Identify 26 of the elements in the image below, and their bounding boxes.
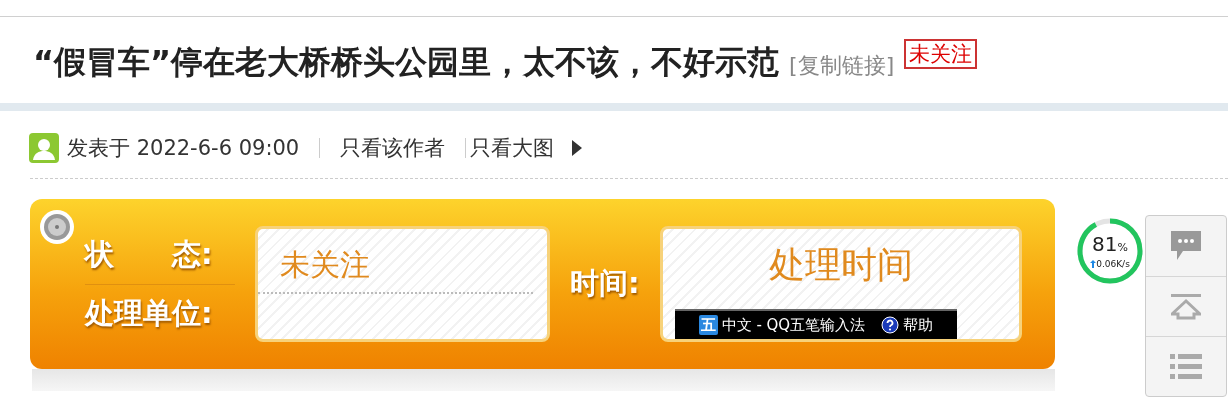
post-title: “假冒车”停在老大桥桥头公园里，太不该，不好示范 [33, 42, 780, 83]
handling-unit-label: 处理单位: [85, 294, 214, 332]
time-value: 处理时间 [767, 243, 914, 287]
avatar-icon [29, 133, 59, 163]
large-images-link[interactable]: 只看大图 [466, 134, 555, 162]
ime-badge: 五 [698, 315, 718, 335]
help-icon[interactable] [881, 316, 900, 334]
follow-status-badge: 未关注 [904, 39, 978, 69]
back-to-top-icon [1171, 293, 1201, 320]
ime-help[interactable]: 帮助 [903, 315, 934, 335]
author-only-link[interactable]: 只看该作者 [340, 134, 446, 162]
status-value: 未关注 [258, 229, 533, 294]
play-arrow-icon[interactable] [572, 140, 583, 156]
upload-arrow-icon [1090, 260, 1097, 268]
copy-link[interactable]: [复制链接] [789, 51, 895, 81]
status-label: 状 态: [85, 235, 214, 273]
usage-ring [1077, 218, 1143, 284]
ime-toolbar[interactable]: 五 中文 - QQ五笔输入法 帮助 [674, 309, 957, 339]
disc-icon [39, 209, 75, 245]
time-label: 时间: [570, 265, 640, 302]
post-date: 发表于 2022-6-6 09:00 [67, 135, 300, 162]
upload-speed: 0.06K/s [1096, 259, 1130, 269]
list-icon [1170, 352, 1202, 381]
network-monitor[interactable]: 81% 0.06K/s [1077, 218, 1143, 284]
ime-name: 中文 - QQ五笔输入法 [721, 315, 866, 335]
usage-percent: 81% [1092, 233, 1128, 258]
